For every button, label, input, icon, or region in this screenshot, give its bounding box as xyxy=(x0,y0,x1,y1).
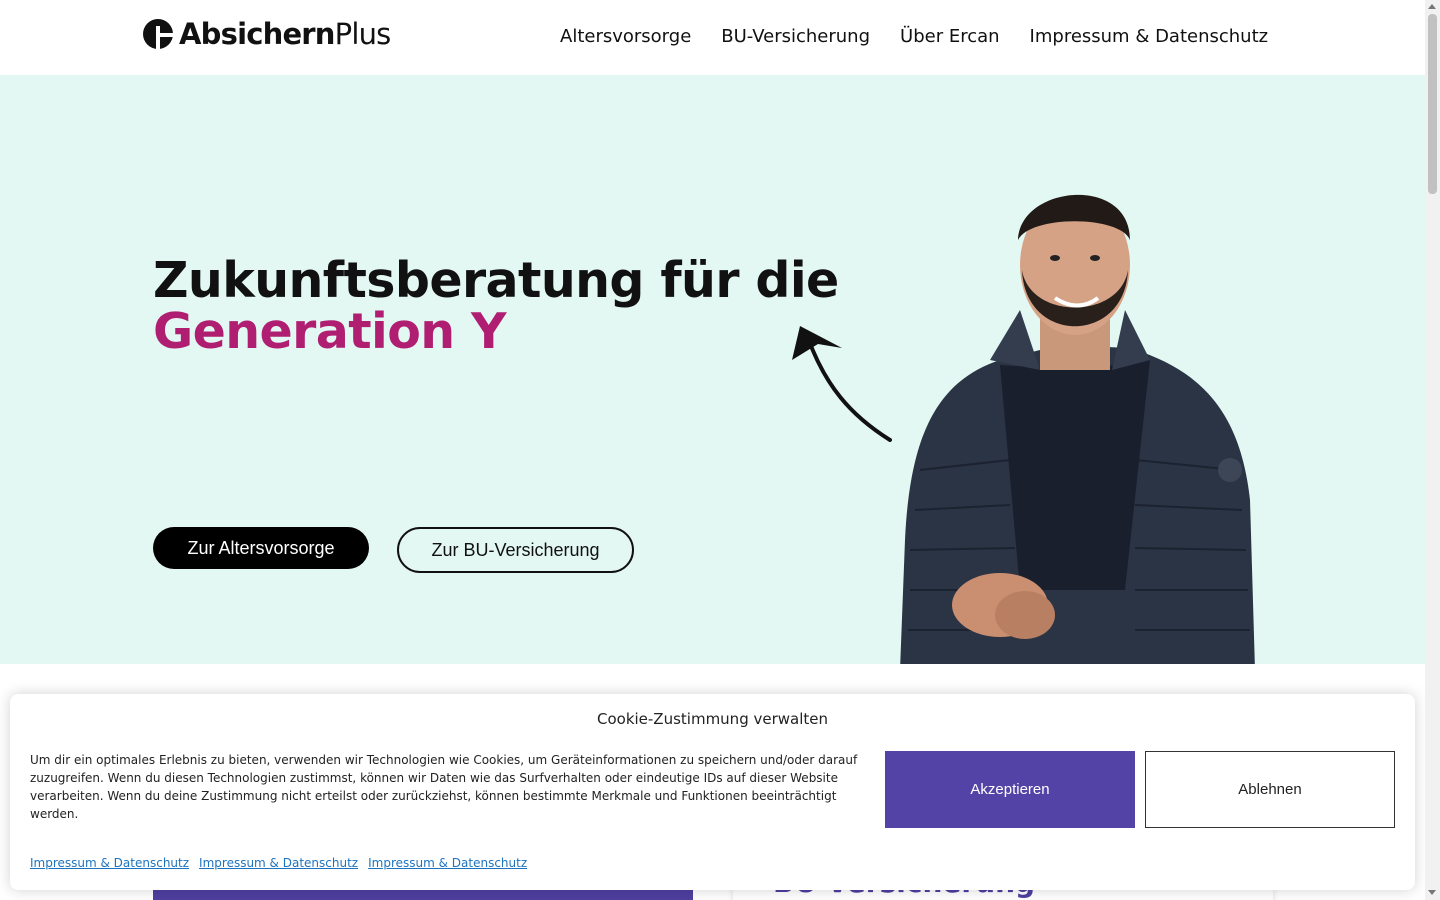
scrollbar-thumb[interactable] xyxy=(1428,14,1437,194)
brand-name-light: Plus xyxy=(334,17,392,51)
cookie-consent-banner: Cookie-Zustimmung verwalten Um dir ein o… xyxy=(10,694,1415,890)
scroll-up-arrow-icon[interactable] xyxy=(1428,4,1436,9)
advisor-portrait xyxy=(900,194,1255,664)
cookie-link-impressum-1[interactable]: Impressum & Datenschutz xyxy=(30,856,189,870)
hero-title: Zukunftsberatung für die Generation Y xyxy=(153,255,839,357)
site-header: AbsichernPlus Altersvorsorge BU-Versiche… xyxy=(0,0,1425,75)
brand-name-bold: Absichern xyxy=(179,17,335,51)
plus-circle-logo-icon xyxy=(143,19,173,49)
main-nav: Altersvorsorge BU-Versicherung Über Erca… xyxy=(560,26,1298,47)
nav-item-altersvorsorge[interactable]: Altersvorsorge xyxy=(560,26,691,47)
cookie-description: Um dir ein optimales Erlebnis zu bieten,… xyxy=(30,753,858,821)
nav-item-bu-versicherung[interactable]: BU-Versicherung xyxy=(721,26,870,47)
brand-logo[interactable]: AbsichernPlus xyxy=(143,17,391,51)
brand-name: AbsichernPlus xyxy=(179,17,391,51)
hero-title-line1: Zukunftsberatung für die xyxy=(153,252,839,309)
cookie-link-impressum-2[interactable]: Impressum & Datenschutz xyxy=(199,856,358,870)
cookie-reject-button[interactable]: Ablehnen xyxy=(1145,751,1395,828)
hero-section: Zukunftsberatung für die Generation Y Zu… xyxy=(0,75,1425,664)
zur-bu-versicherung-button[interactable]: Zur BU-Versicherung xyxy=(397,527,634,573)
nav-item-impressum[interactable]: Impressum & Datenschutz xyxy=(1030,26,1269,47)
cookie-title: Cookie-Zustimmung verwalten xyxy=(596,710,828,728)
hero-title-accent: Generation Y xyxy=(153,303,507,360)
cookie-links: Impressum & Datenschutz Impressum & Date… xyxy=(30,856,537,870)
cookie-accept-button[interactable]: Akzeptieren xyxy=(885,751,1135,828)
zur-altersvorsorge-button[interactable]: Zur Altersvorsorge xyxy=(153,527,369,569)
scroll-down-arrow-icon[interactable] xyxy=(1428,890,1436,895)
cookie-link-impressum-3[interactable]: Impressum & Datenschutz xyxy=(368,856,527,870)
page-scrollbar[interactable] xyxy=(1425,0,1440,900)
nav-item-ueber-ercan[interactable]: Über Ercan xyxy=(900,26,1000,47)
